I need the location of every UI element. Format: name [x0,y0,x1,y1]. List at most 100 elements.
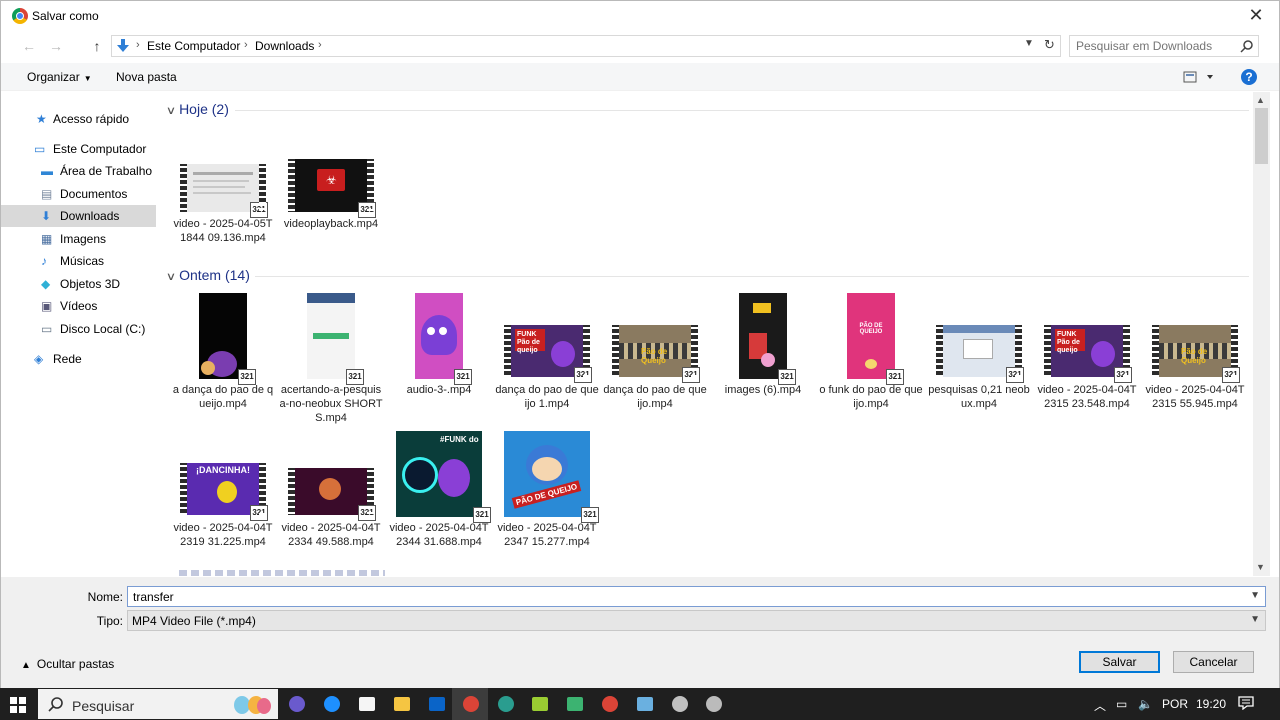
nav-item-documents[interactable]: ▤ Documentos [1,183,156,205]
file-item[interactable]: PÃO DE QUEIJO 321 video - 2025-04-04T2347 … [495,92,599,548]
file-item[interactable]: #FUNK do 321 video - 2025-04-04T2344 31.68… [387,92,491,548]
file-name-field[interactable]: ▼ [127,586,1266,607]
file-name: video - 2025-04-04T2347 15.277.mp4 [497,522,597,548]
nav-item-objects-3d[interactable]: ◆ Objetos 3D [1,273,156,295]
chrome-icon [12,8,28,24]
file-type-select[interactable]: MP4 Video File (*.mp4) ▼ [127,610,1266,631]
save-button[interactable]: Salvar [1079,651,1160,673]
vertical-scrollbar[interactable]: ▲ ▼ [1253,92,1270,576]
video-thumbnail[interactable]: PÃO DE QUEIJO 321 [504,431,599,523]
nav-item-download[interactable]: ⬇ Downloads [1,205,156,227]
close-button[interactable]: ✕ [1246,4,1266,26]
video-thumbnail[interactable]: #FUNK do 321 [396,431,491,523]
scrollbar-thumb[interactable] [1255,108,1268,164]
video-thumbnail[interactable]: 321 [288,468,376,521]
file-item[interactable]: 321 video - 2025-04-04T2334 49.588.mp4 [279,92,383,548]
nav-item-music[interactable]: ♪ Músicas [1,250,156,272]
nav-item-label: Acesso rápido [53,112,130,126]
view-options-icon[interactable] [1183,69,1217,85]
file-name: video - 2025-04-04T2315 23.548.mp4 [1037,384,1137,410]
video-thumbnail[interactable]: 321 [415,293,472,385]
chevron-down-icon[interactable]: ▼ [1250,590,1260,601]
group-header[interactable]: ∨ Ontem (14) [166,267,250,283]
pictures-icon: ▦ [41,232,53,246]
file-item[interactable]: 321 images (6).mp4 [711,92,815,396]
breadcrumb-downloads[interactable]: Downloads [255,39,314,53]
scroll-down-icon[interactable]: ▼ [1256,562,1265,572]
breadcrumb-this-pc[interactable]: Este Computador [147,39,240,53]
hide-folders-button[interactable]: ▲ Ocultar pastas [21,657,114,671]
nav-item-network[interactable]: ◈ Rede [1,348,156,370]
video-thumbnail[interactable]: FUNK Pão de queijo 321 [1044,325,1132,383]
thumbnail-art [415,293,463,379]
video-thumbnail[interactable]: PÃO DE QUEIJO 321 [847,293,904,385]
document-icon[interactable] [635,694,655,714]
volume-icon[interactable]: 🔈 [1138,697,1153,711]
video-thumbnail[interactable]: Pão de Queijo 321 [1152,325,1240,383]
taskbar-search[interactable]: Pesquisar [38,689,278,719]
up-button[interactable]: ↑ [88,37,106,55]
video-thumbnail[interactable]: 321 [199,293,256,385]
nav-item-computer[interactable]: ▭ Este Computador [1,138,156,160]
network-tool-icon[interactable] [565,694,585,714]
nav-item-drive[interactable]: ▭ Disco Local (C:) [1,318,156,340]
edge-dev-icon[interactable] [496,694,516,714]
chevron-down-icon[interactable]: ∨ [166,270,176,283]
address-bar[interactable]: › Este Computador › Downloads › ▼ ↻ [111,35,1061,57]
file-item[interactable]: Pão de Queijo 321 dança do pao de queijo.m… [603,92,707,410]
file-name: video - 2025-04-04T2315 55.945.mp4 [1145,384,1245,410]
search-field[interactable] [1069,35,1259,57]
video-thumbnail[interactable]: ¡DANCINHA! 321 [180,463,268,521]
refresh-icon[interactable]: ↻ [1044,37,1055,53]
back-button[interactable]: ← [20,37,38,55]
file-item[interactable]: PÃO DE QUEIJO 321 o funk do pao de queijo.… [819,92,923,410]
search-icon[interactable] [1240,39,1254,53]
windows-start-icon[interactable] [10,697,26,713]
help-button[interactable]: ? [1241,69,1257,85]
video-thumbnail[interactable]: 321 [307,293,364,385]
breadcrumb-separator-icon[interactable]: › [318,39,322,51]
file-item[interactable]: 321 pesquisas 0,21 neobux.mp4 [927,92,1031,410]
new-folder-button[interactable]: Nova pasta [116,70,177,84]
app-icon[interactable] [670,694,690,714]
language-indicator[interactable]: POR [1162,697,1188,711]
video-thumbnail[interactable]: Pão de Queijo 321 [612,325,700,383]
chrome-alt-icon[interactable] [600,694,620,714]
copilot-icon[interactable] [287,694,307,714]
forward-button[interactable]: → [47,37,65,55]
network-icon[interactable]: ▭ [1116,697,1127,711]
outlook-icon[interactable] [427,694,447,714]
thumbnail-art: Pão de Queijo [619,325,691,377]
video-thumbnail[interactable]: FUNK Pão de queijo 321 [504,325,592,383]
settings-icon[interactable] [704,694,724,714]
file-list[interactable]: ∨ Hoje (2) 321 video - 2025-04-05T1844 09.1… [159,92,1253,576]
file-item[interactable]: ¡DANCINHA! 321 video - 2025-04-04T2319 31.… [171,92,275,548]
nav-item-pictures[interactable]: ▦ Imagens [1,228,156,250]
nav-item-videos[interactable]: ▣ Vídeos [1,295,156,317]
file-name-input[interactable] [133,590,1233,604]
thumbnail-art: FUNK Pão de queijo [511,325,583,377]
organize-button[interactable]: Organizar ▼ [27,70,92,84]
scroll-up-icon[interactable]: ▲ [1256,95,1265,105]
file-item[interactable]: Pão de Queijo 321 video - 2025-04-04T2315 … [1143,92,1247,410]
cancel-button[interactable]: Cancelar [1173,651,1254,673]
video-thumbnail[interactable]: 321 [936,325,1024,383]
video-thumbnail[interactable]: 321 [739,293,796,385]
chrome-icon[interactable] [461,694,481,714]
edge-icon[interactable] [322,694,342,714]
breadcrumb-separator-icon[interactable]: › [244,39,248,51]
chevron-up-icon[interactable]: ︿ [1094,697,1106,714]
breadcrumb-separator-icon[interactable]: › [136,39,140,51]
search-input[interactable] [1076,39,1226,53]
clock[interactable]: 19:20 [1196,697,1226,711]
file-item[interactable]: FUNK Pão de queijo 321 video - 2025-04-04T23… [1035,92,1139,410]
chevron-down-icon[interactable]: ▼ [1024,38,1034,49]
notification-icon[interactable] [1238,696,1254,710]
notepad-icon[interactable] [530,694,550,714]
nav-item-label: Downloads [60,209,120,223]
file-explorer-icon[interactable] [392,694,412,714]
thumbnail-art: PÃO DE QUEIJO [847,293,895,379]
nav-item-desktop[interactable]: ▬ Área de Trabalho [1,160,156,182]
nav-item-star[interactable]: ★ Acesso rápido [1,108,156,130]
store-icon[interactable] [357,694,377,714]
